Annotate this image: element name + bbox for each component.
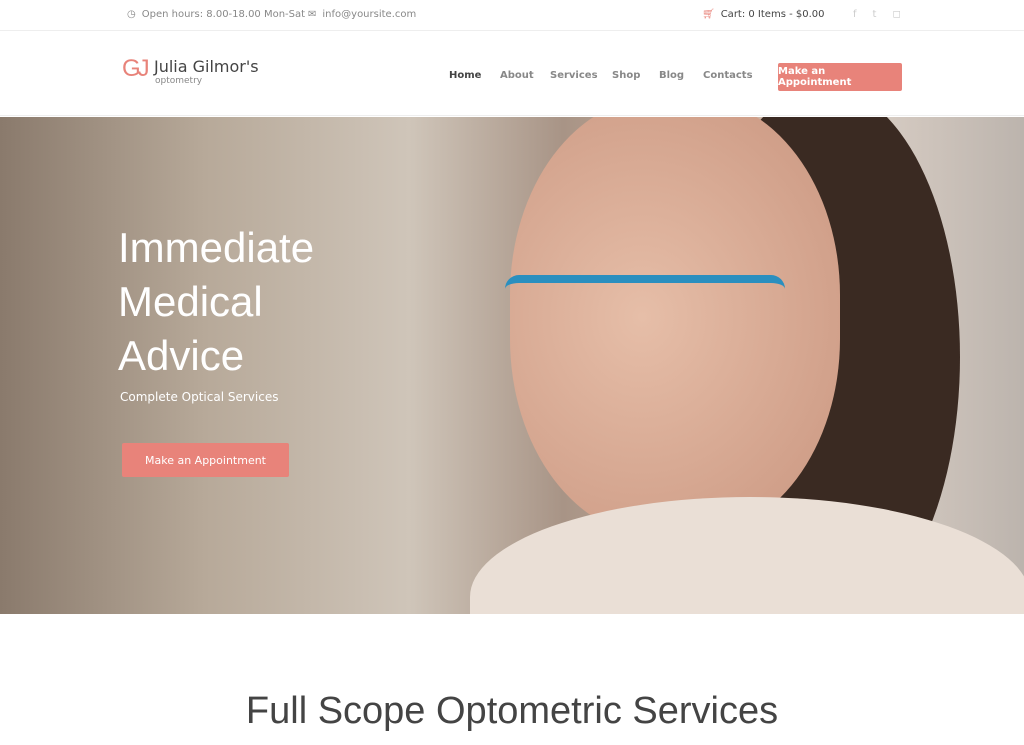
header: GJ Julia Gilmor's optometry Home About S… [0,31,1024,116]
hero-photo-shoulder [470,497,1024,614]
cart-icon: 🛒︎ [702,9,715,20]
hours: ◷ Open hours: 8.00-18.00 Mon-Sat [127,9,305,20]
hero-appointment-button[interactable]: Make an Appointment [122,443,289,477]
hero-banner: Immediate Medical Advice Complete Optical … [0,117,1024,614]
section-title: Full Scope Optometric Services [245,690,779,732]
logo-subtitle: optometry [155,76,203,86]
top-bar: ◷ Open hours: 8.00-18.00 Mon-Sat ✉ info@yo… [0,0,1024,31]
hours-text: Open hours: 8.00-18.00 Mon-Sat [141,9,306,20]
envelope-icon: ✉ [308,9,317,20]
clock-icon: ◷ [127,9,136,20]
email-link[interactable]: info@yoursite.com [322,9,416,20]
facebook-icon[interactable]: f [853,9,857,20]
hero-photo-face [510,117,840,537]
nav-blog[interactable]: Blog [659,70,684,81]
nav-home[interactable]: Home [449,70,481,81]
logo-title[interactable]: Julia Gilmor's [154,57,259,76]
header-appointment-button[interactable]: Make an Appointment [778,63,902,91]
logo-icon[interactable]: GJ [122,55,150,83]
hero-title: Immediate Medical Advice [118,221,314,383]
nav-contacts[interactable]: Contacts [703,70,753,81]
nav-about[interactable]: About [500,70,534,81]
hero-subtitle: Complete Optical Services [120,390,279,404]
hero-photo-glasses [505,275,785,303]
email[interactable]: ✉ info@yoursite.com [308,9,416,20]
nav-services[interactable]: Services [550,70,598,81]
instagram-icon[interactable]: ◻ [892,9,900,20]
hero-title-line-1: Immediate [118,224,315,271]
cart[interactable]: 🛒︎ Cart: 0 Items - $0.00 [702,9,825,20]
nav-shop[interactable]: Shop [612,70,640,81]
hero-title-line-3: Advice [118,332,245,379]
social-links: f t ◻ [853,9,901,20]
hero-title-line-2: Medical [118,278,263,325]
twitter-icon[interactable]: t [873,9,877,20]
cart-link[interactable]: Cart: 0 Items - $0.00 [721,9,825,20]
